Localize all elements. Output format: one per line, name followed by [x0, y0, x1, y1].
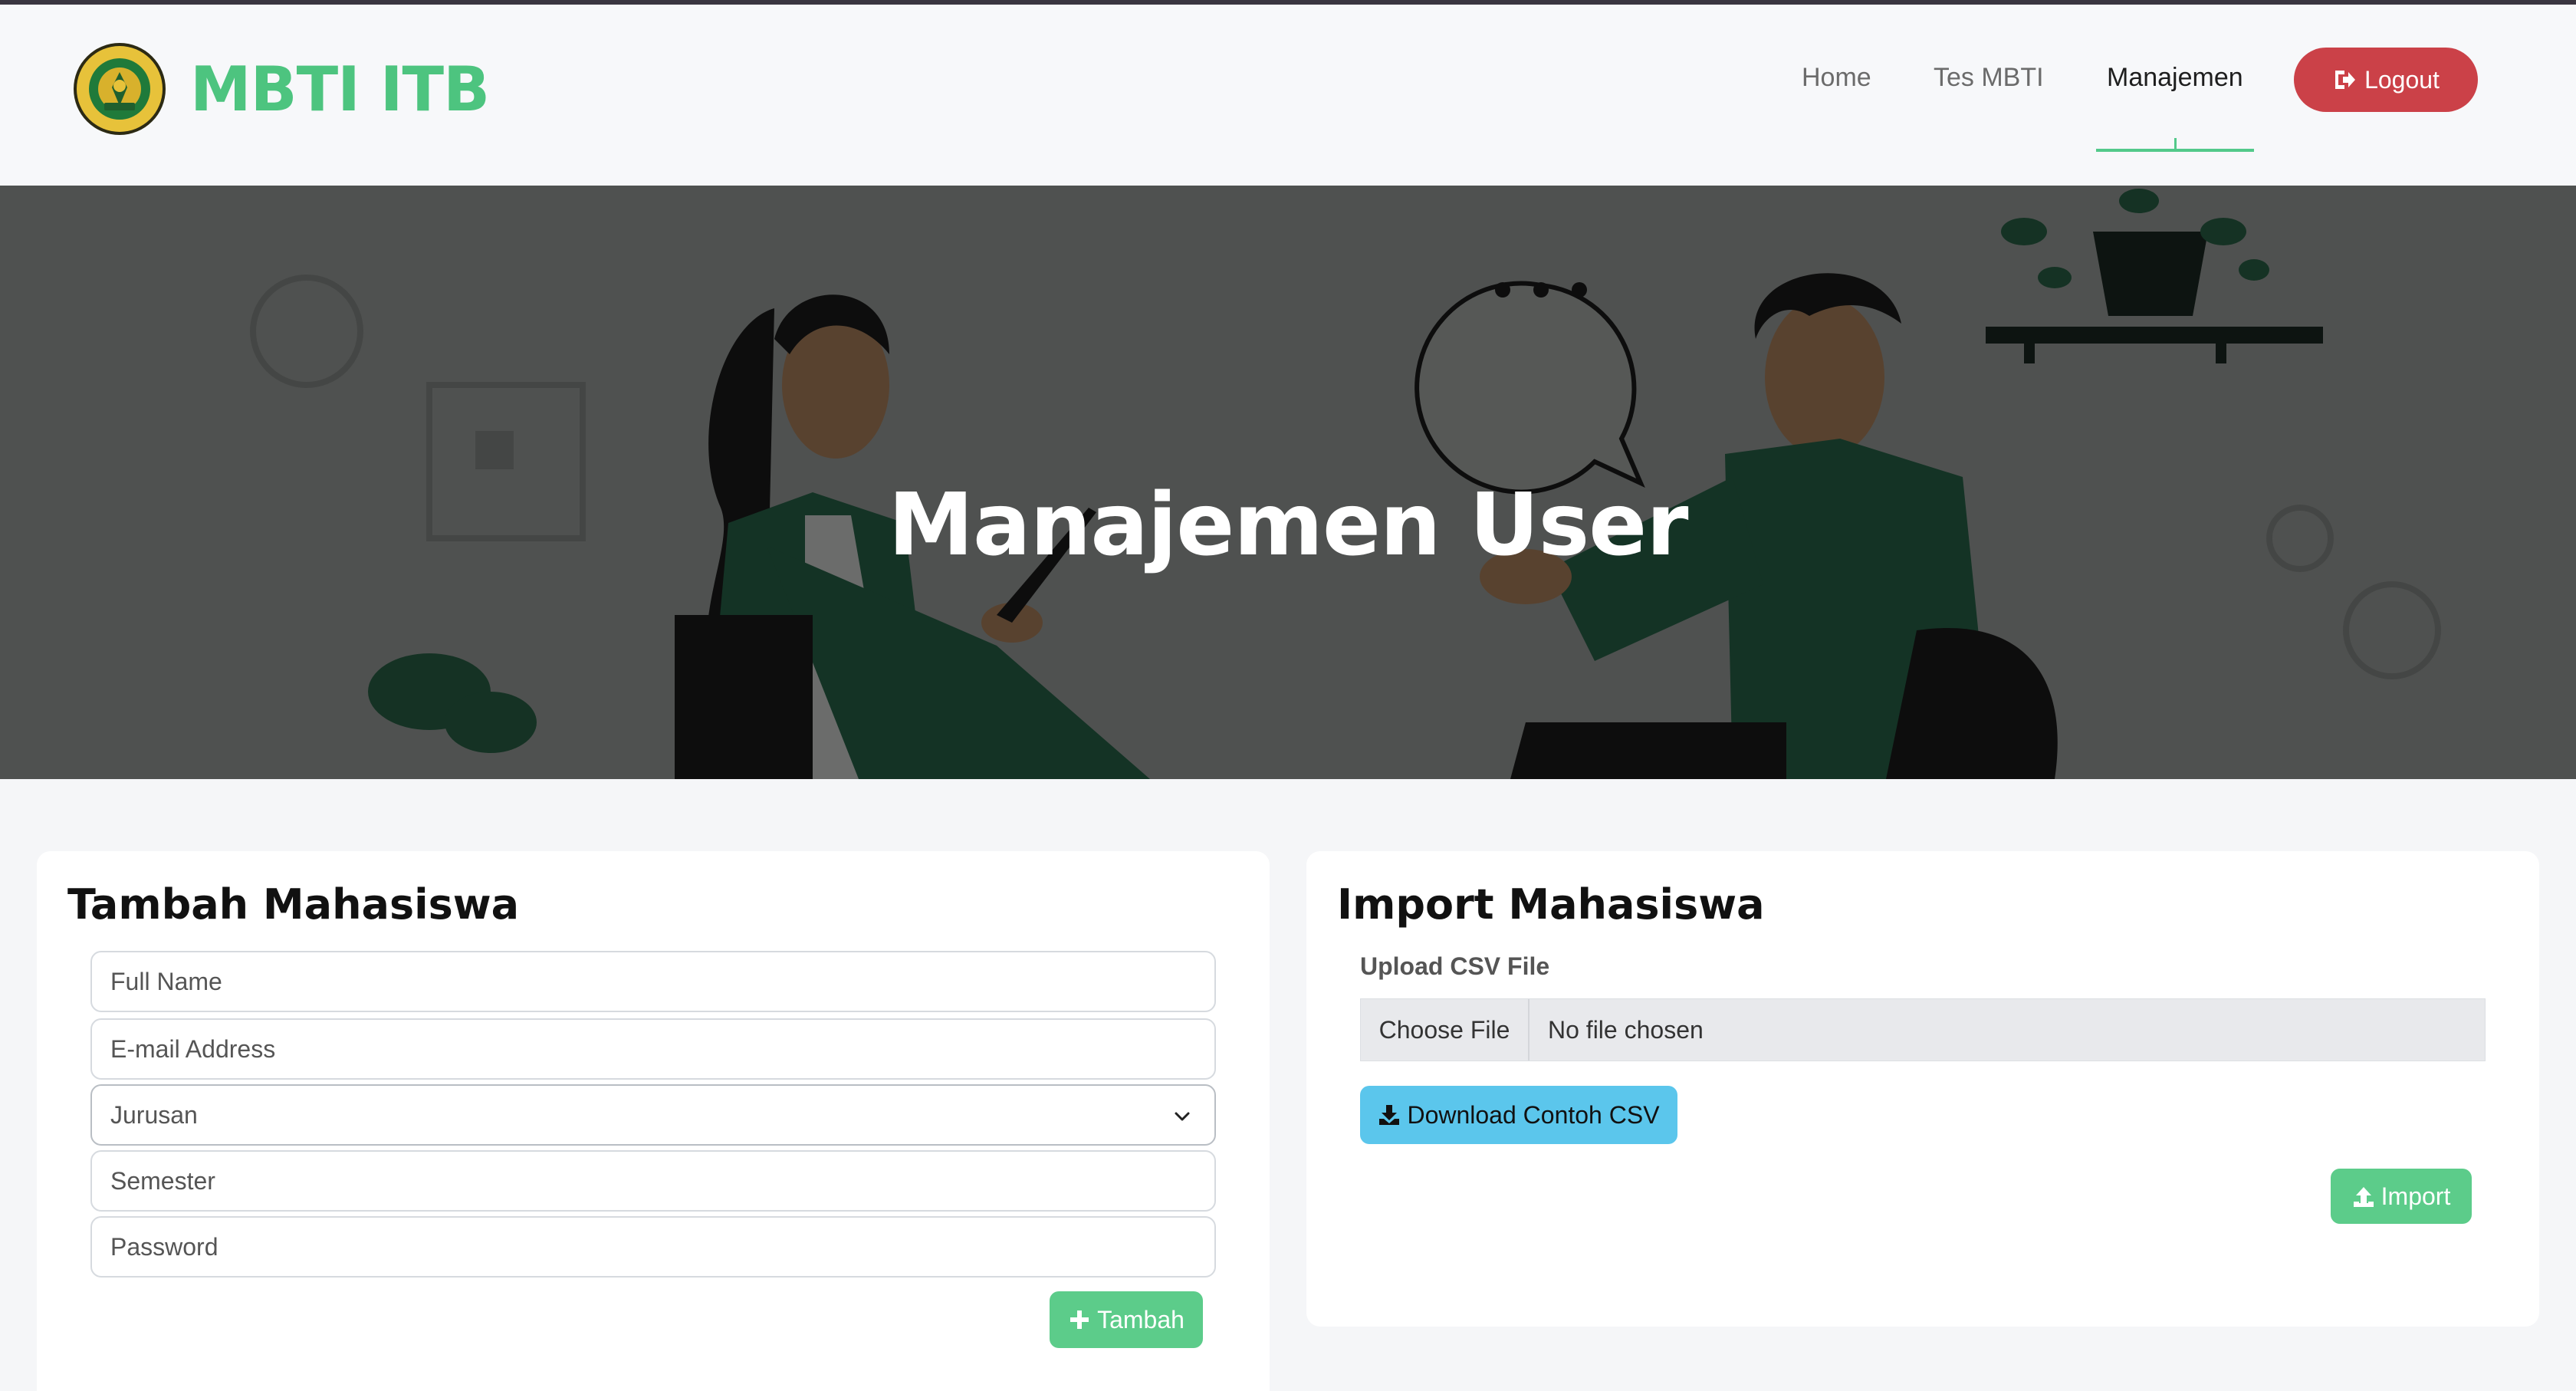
csv-file-input[interactable]: Choose File No file chosen [1360, 998, 2486, 1061]
email-placeholder: E-mail Address [110, 1034, 276, 1063]
import-student-card: Import Mahasiswa Upload CSV File Choose … [1306, 851, 2539, 1327]
download-icon [1379, 1105, 1400, 1125]
email-input[interactable]: E-mail Address [90, 1018, 1216, 1080]
logout-label: Logout [2364, 65, 2440, 94]
add-student-card: Tambah Mahasiswa Full Name E-mail Addres… [37, 851, 1270, 1391]
file-status-text: No file chosen [1548, 1015, 1704, 1044]
hero-banner: Manajemen User [0, 186, 2576, 779]
nav-manajemen-link[interactable]: Manajemen [2107, 63, 2243, 93]
choose-file-label: Choose File [1378, 1015, 1510, 1044]
nav-tes-mbti-link[interactable]: Tes MBTI [1934, 63, 2044, 93]
logout-button[interactable]: Logout [2294, 48, 2478, 112]
navbar: MBTI ITB Home Tes MBTI Manajemen Logout [0, 5, 2576, 186]
semester-input[interactable]: Semester [90, 1150, 1216, 1212]
brand[interactable]: MBTI ITB [72, 41, 490, 136]
add-student-title: Tambah Mahasiswa [67, 880, 520, 929]
chevron-down-icon [1175, 1112, 1190, 1121]
brand-name: MBTI ITB [190, 53, 490, 125]
active-nav-underline [2096, 149, 2254, 152]
nav-home-link[interactable]: Home [1802, 63, 1871, 93]
import-label: Import [2380, 1182, 2451, 1210]
password-input[interactable]: Password [90, 1216, 1216, 1278]
full-name-placeholder: Full Name [110, 967, 222, 995]
tambah-button[interactable]: Tambah [1050, 1291, 1203, 1348]
jurusan-selected-value: Jurusan [110, 1100, 198, 1129]
download-sample-csv-button[interactable]: Download Contoh CSV [1360, 1086, 1677, 1144]
jurusan-select[interactable]: Jurusan [90, 1084, 1216, 1146]
full-name-input[interactable]: Full Name [90, 951, 1216, 1012]
download-label: Download Contoh CSV [1407, 1100, 1660, 1129]
password-placeholder: Password [110, 1232, 219, 1261]
sign-out-icon [2335, 71, 2356, 89]
import-button[interactable]: Import [2331, 1169, 2472, 1224]
upload-csv-label: Upload CSV File [1360, 952, 1550, 980]
semester-placeholder: Semester [110, 1166, 215, 1195]
tambah-label: Tambah [1097, 1305, 1184, 1333]
choose-file-button[interactable]: Choose File [1361, 999, 1530, 1061]
upload-icon [2353, 1187, 2374, 1207]
itb-logo-icon [74, 43, 166, 135]
page-title: Manajemen User [888, 475, 1689, 575]
import-student-title: Import Mahasiswa [1337, 880, 1765, 929]
plus-icon [1070, 1310, 1089, 1329]
